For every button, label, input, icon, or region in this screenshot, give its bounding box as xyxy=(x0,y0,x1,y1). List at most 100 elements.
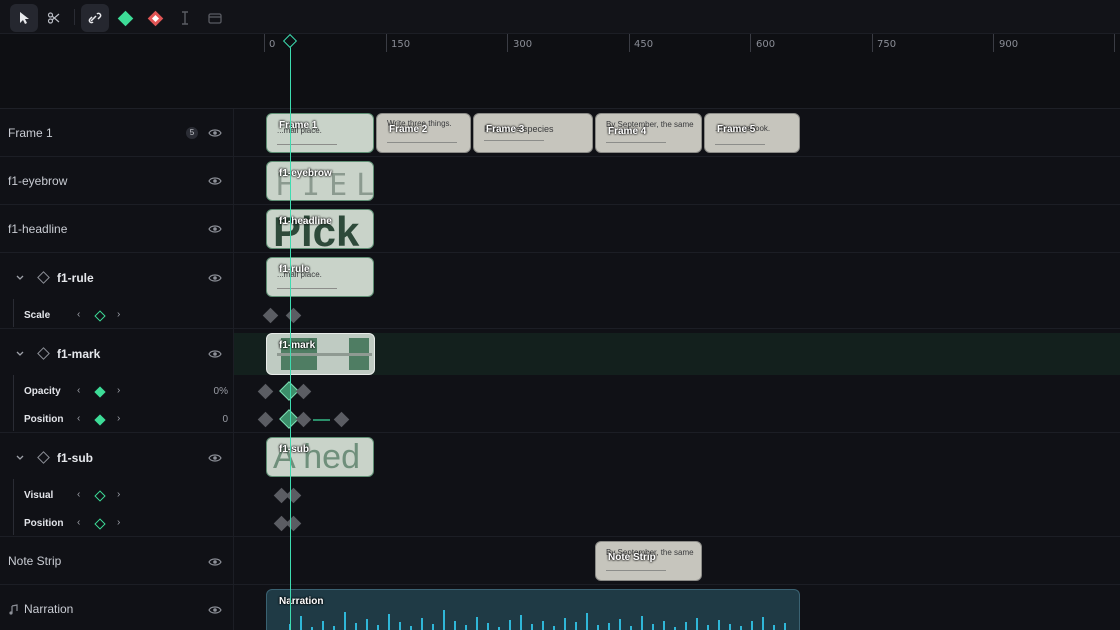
clip-f1-rule[interactable]: ...mall place. f1-rule xyxy=(266,257,374,297)
ruler-tick xyxy=(1114,34,1115,52)
waveform-bar xyxy=(740,626,742,630)
text-cursor-icon[interactable] xyxy=(171,4,199,32)
keyframe[interactable] xyxy=(262,307,279,324)
next-keyframe-icon[interactable]: › xyxy=(117,385,120,396)
clip-frame-4[interactable]: By September, the same Frame 4 xyxy=(595,113,702,153)
prev-keyframe-icon[interactable]: ‹ xyxy=(77,517,80,528)
keyframe-toggle-icon[interactable] xyxy=(94,518,106,530)
waveform-bar xyxy=(553,626,555,630)
film-icon[interactable] xyxy=(201,4,229,32)
eye-icon[interactable] xyxy=(208,557,222,567)
clip-f1-eyebrow[interactable]: FIEL f1-eyebrow xyxy=(266,161,374,201)
keyframe[interactable] xyxy=(295,383,312,400)
prev-keyframe-icon[interactable]: ‹ xyxy=(77,309,80,320)
ruler-tick xyxy=(872,34,873,52)
eye-icon[interactable] xyxy=(208,224,222,234)
track-name: f1-sub xyxy=(57,451,93,465)
property-value[interactable]: 0 xyxy=(222,414,228,425)
keyframe-toggle-icon[interactable] xyxy=(94,310,106,322)
select-arrow-icon[interactable] xyxy=(10,4,38,32)
eye-icon[interactable] xyxy=(208,605,222,615)
clip-name: Frame 2 xyxy=(389,124,428,135)
prev-keyframe-icon[interactable]: ‹ xyxy=(77,385,80,396)
keyframe[interactable] xyxy=(295,411,312,428)
property-value[interactable]: 0% xyxy=(214,386,228,397)
property-name: Scale xyxy=(24,310,51,321)
playhead-line[interactable] xyxy=(290,40,291,630)
track-narration: Narration Narration xyxy=(0,585,1120,630)
next-keyframe-icon[interactable]: › xyxy=(117,489,120,500)
prev-keyframe-icon[interactable]: ‹ xyxy=(77,413,80,424)
keyframe-toggle-icon[interactable] xyxy=(94,414,106,426)
track-f1-sub: f1-sub Visual ‹ › Position ‹ › A hed f1-… xyxy=(0,433,1120,537)
track-label: f1-eyebrow xyxy=(0,157,234,204)
ruler-tick-label: 750 xyxy=(877,39,897,50)
waveform-bar xyxy=(421,618,423,630)
chevron-down-icon[interactable] xyxy=(15,349,25,359)
prev-keyframe-icon[interactable]: ‹ xyxy=(77,489,80,500)
waveform-bar xyxy=(465,625,467,630)
eye-icon[interactable] xyxy=(208,273,222,283)
clip-name: Frame 5 xyxy=(717,124,756,135)
clip-f1-sub[interactable]: A hed f1-sub xyxy=(266,437,374,477)
clip-frame-1[interactable]: ...mall place. Frame 1 xyxy=(266,113,374,153)
clip-frame-5[interactable]: ...the notebook. Frame 5 xyxy=(704,113,800,153)
clip-frame-3[interactable]: Plants vs species Frame 3 xyxy=(473,113,593,153)
eye-icon[interactable] xyxy=(208,349,222,359)
clip-preview-line xyxy=(484,140,544,141)
track-label: f1-mark Opacity ‹ › 0% Position ‹ › 0 xyxy=(0,329,234,432)
track-label: Narration xyxy=(0,585,234,630)
clip-preview-line xyxy=(277,353,372,356)
magnet-link-icon[interactable] xyxy=(81,4,109,32)
keyframe-remove-icon[interactable] xyxy=(141,4,169,32)
track-label: f1-sub Visual ‹ › Position ‹ › xyxy=(0,433,234,536)
next-keyframe-icon[interactable]: › xyxy=(117,413,120,424)
ruler-tick xyxy=(386,34,387,52)
waveform-bar xyxy=(520,615,522,630)
clip-note-strip[interactable]: By September, the same Note Strip xyxy=(595,541,702,581)
waveform-bar xyxy=(344,612,346,630)
eye-icon[interactable] xyxy=(208,128,222,138)
waveform-bar xyxy=(487,623,489,630)
chevron-down-icon[interactable] xyxy=(15,453,25,463)
keyframe[interactable] xyxy=(285,515,302,532)
keyframe-add-icon[interactable] xyxy=(111,4,139,32)
next-keyframe-icon[interactable]: › xyxy=(117,309,120,320)
next-keyframe-icon[interactable]: › xyxy=(117,517,120,528)
keyframe[interactable] xyxy=(285,307,302,324)
clip-count-badge: 5 xyxy=(186,127,198,139)
clip-name: f1-eyebrow xyxy=(279,168,332,179)
scissors-icon[interactable] xyxy=(40,4,68,32)
waveform-bar xyxy=(333,626,335,630)
keyframe[interactable] xyxy=(257,383,274,400)
track-f1-rule: f1-rule Scale ‹ › ...mall place. f1-rule xyxy=(0,253,1120,329)
eye-icon[interactable] xyxy=(208,176,222,186)
clip-preview-text: Pick xyxy=(273,209,360,249)
keyframe[interactable] xyxy=(285,487,302,504)
keyframe-toggle-icon[interactable] xyxy=(94,490,106,502)
keyframe[interactable] xyxy=(257,411,274,428)
keyframe-diamond-icon[interactable] xyxy=(37,451,50,464)
ruler-tick xyxy=(264,34,265,52)
eye-icon[interactable] xyxy=(208,453,222,463)
clip-narration[interactable]: Narration xyxy=(266,589,800,630)
waveform-bar xyxy=(575,622,577,630)
chevron-down-icon[interactable] xyxy=(15,273,25,283)
clip-frame-2[interactable]: Write three things. Frame 2 xyxy=(376,113,471,153)
keyframe-toggle-icon[interactable] xyxy=(94,386,106,398)
keyframe-diamond-icon[interactable] xyxy=(37,347,50,360)
clip-name: Frame 4 xyxy=(608,126,647,137)
waveform-bar xyxy=(366,619,368,630)
waveform-bar xyxy=(399,622,401,630)
clip-preview-line xyxy=(277,288,337,289)
time-ruler[interactable]: 0 150 300 450 600 750 900 xyxy=(234,34,1120,109)
clip-name: f1-mark xyxy=(279,340,316,351)
keyframe[interactable] xyxy=(333,411,350,428)
clip-f1-headline[interactable]: Pick f1-headline xyxy=(266,209,374,249)
track-name: Frame 1 xyxy=(8,126,53,140)
clip-name: f1-sub xyxy=(279,444,309,455)
keyframe-diamond-icon[interactable] xyxy=(37,271,50,284)
clip-f1-mark[interactable]: f1-mark xyxy=(266,333,375,375)
clip-name: f1-headline xyxy=(279,216,332,227)
waveform-bar xyxy=(784,623,786,630)
